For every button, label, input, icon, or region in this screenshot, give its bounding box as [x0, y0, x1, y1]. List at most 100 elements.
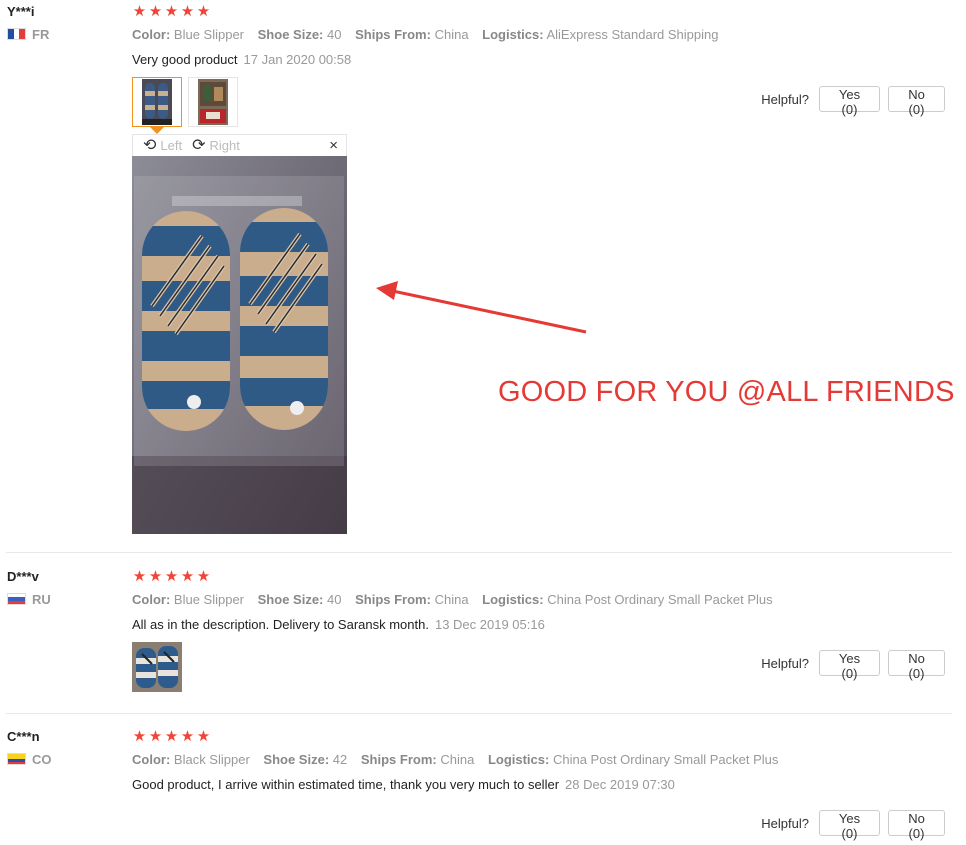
rotate-right-label: Right [209, 138, 240, 153]
helpful-vote: Helpful? Yes (0) No (0) [761, 86, 945, 117]
helpful-label: Helpful? [761, 655, 809, 671]
logistics-label: Logistics: [482, 27, 544, 42]
star-icon: ★ [180, 3, 195, 20]
flag-fr-icon [7, 28, 26, 40]
order-properties: Color: Blue Slipper Shoe Size: 40 Ships … [132, 591, 952, 609]
color-value: Blue Slipper [173, 27, 245, 42]
helpful-yes-button[interactable]: Yes (0) [819, 86, 880, 117]
review-item: C***n CO ★ ★ ★ ★ ★ Color: Black Slipper … [0, 728, 966, 845]
review-date: 28 Dec 2019 07:30 [565, 777, 675, 792]
helpful-no-button[interactable]: No (0) [888, 86, 945, 117]
helpful-yes-button[interactable]: Yes (0) [819, 810, 880, 841]
review-text: All as in the description. Delivery to S… [132, 616, 952, 634]
star-rating: ★ ★ ★ ★ ★ [132, 3, 952, 21]
country-code: CO [32, 751, 52, 767]
order-properties: Color: Black Slipper Shoe Size: 42 Ships… [132, 751, 952, 769]
reviewer-info: D***v RU [7, 568, 117, 607]
star-icon: ★ [148, 3, 163, 20]
annotation-text: GOOD FOR YOU @ALL FRIENDS [498, 376, 955, 408]
star-icon: ★ [164, 728, 179, 745]
star-icon: ★ [132, 3, 147, 20]
helpful-label: Helpful? [761, 815, 809, 831]
flag-ru-icon [7, 593, 26, 605]
ships-from-label: Ships From: [360, 752, 437, 767]
rotate-left-icon: ⟲ [143, 136, 157, 154]
ships-from-label: Ships From: [355, 592, 431, 607]
shoe-size-label: Shoe Size: [257, 592, 324, 607]
logistics-value: AliExpress Standard Shipping [546, 27, 719, 42]
close-icon[interactable]: × [329, 137, 338, 154]
shoe-size-label: Shoe Size: [263, 752, 330, 767]
reviewer-country: FR [7, 26, 117, 42]
rotate-left-label: Left [160, 138, 183, 153]
ships-from-value: China [440, 752, 475, 767]
color-label: Color: [132, 27, 171, 42]
color-label: Color: [132, 592, 171, 607]
helpful-no-button[interactable]: No (0) [888, 810, 945, 841]
slippers-photo [132, 156, 347, 534]
rotate-right-button[interactable]: ⟳ Right [192, 137, 240, 154]
shoe-size-value: 42 [332, 752, 348, 767]
review-text: Good product, I arrive within estimated … [132, 776, 952, 794]
helpful-no-button[interactable]: No (0) [888, 650, 945, 681]
ships-from-value: China [434, 27, 469, 42]
helpful-vote: Helpful? Yes (0) No (0) [761, 650, 945, 681]
logistics-value: China Post Ordinary Small Packet Plus [547, 592, 773, 607]
review-item: D***v RU ★ ★ ★ ★ ★ Color: Blue Slipper S… [0, 568, 966, 712]
review-photo [132, 156, 347, 534]
reviewer-name: D***v [7, 569, 39, 584]
star-icon: ★ [148, 568, 163, 585]
star-rating: ★ ★ ★ ★ ★ [132, 728, 952, 746]
review-text: Very good product 17 Jan 2020 00:58 [132, 51, 952, 69]
reviewer-country: RU [7, 591, 117, 607]
annotation-arrow-icon [376, 281, 587, 334]
reviewer-info: C***n CO [7, 728, 117, 767]
review-divider [6, 552, 952, 553]
photo-thumbnail[interactable] [132, 642, 182, 692]
star-icon: ★ [132, 568, 147, 585]
star-icon: ★ [148, 728, 163, 745]
review-date: 13 Dec 2019 05:16 [434, 617, 545, 632]
photo-thumbnail-image [198, 79, 228, 125]
star-icon: ★ [164, 568, 179, 585]
star-rating: ★ ★ ★ ★ ★ [132, 568, 952, 586]
country-code: RU [32, 591, 51, 607]
review-date: 17 Jan 2020 00:58 [243, 52, 352, 67]
photo-viewer: ⟲ Left ⟳ Right × [132, 134, 347, 534]
order-properties: Color: Blue Slipper Shoe Size: 40 Ships … [132, 26, 952, 44]
flag-co-icon [7, 753, 26, 765]
shoe-size-value: 40 [327, 592, 342, 607]
feedback-text: All as in the description. Delivery to S… [132, 617, 429, 632]
color-value: Blue Slipper [173, 592, 245, 607]
logistics-label: Logistics: [487, 752, 550, 767]
country-code: FR [32, 26, 50, 42]
star-icon: ★ [180, 728, 195, 745]
color-value: Black Slipper [173, 752, 250, 767]
shoe-size-value: 40 [327, 27, 342, 42]
reviewer-info: Y***i FR [7, 3, 117, 42]
helpful-vote: Helpful? Yes (0) No (0) [761, 810, 945, 841]
logistics-value: China Post Ordinary Small Packet Plus [552, 752, 779, 767]
color-label: Color: [132, 752, 171, 767]
review-divider [6, 713, 952, 714]
reviewer-name: Y***i [7, 4, 35, 19]
review-content: ★ ★ ★ ★ ★ Color: Black Slipper Shoe Size… [132, 728, 952, 794]
photo-viewer-toolbar: ⟲ Left ⟳ Right × [132, 134, 347, 156]
reviewer-country: CO [7, 751, 117, 767]
shoe-size-label: Shoe Size: [257, 27, 324, 42]
photo-thumbnail-image [132, 642, 182, 692]
helpful-label: Helpful? [761, 91, 809, 107]
helpful-yes-button[interactable]: Yes (0) [819, 650, 880, 681]
photo-thumbnail[interactable] [132, 77, 182, 134]
ships-from-value: China [434, 592, 469, 607]
star-icon: ★ [132, 728, 147, 745]
star-icon: ★ [196, 568, 211, 585]
star-icon: ★ [180, 568, 195, 585]
star-icon: ★ [196, 728, 211, 745]
logistics-label: Logistics: [482, 592, 544, 607]
feedback-text: Good product, I arrive within estimated … [132, 777, 560, 792]
reviewer-name: C***n [7, 729, 40, 744]
rotate-left-button[interactable]: ⟲ Left [143, 136, 183, 154]
photo-thumbnail[interactable] [188, 77, 238, 127]
photo-thumbnail-image [142, 79, 172, 125]
